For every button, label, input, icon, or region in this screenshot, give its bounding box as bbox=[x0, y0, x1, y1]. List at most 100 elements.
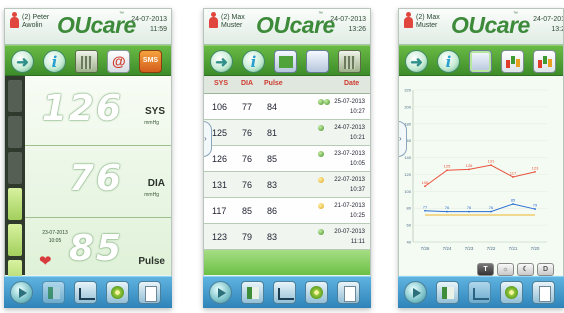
user-icon[interactable] bbox=[404, 12, 413, 28]
back-icon[interactable]: ➜ bbox=[11, 50, 34, 73]
chart-icon[interactable] bbox=[468, 281, 491, 304]
line-chart-icon[interactable] bbox=[469, 50, 492, 73]
chart-icon[interactable] bbox=[74, 281, 97, 304]
table-row[interactable]: 106 77 84 25-07-2013 10:27 bbox=[204, 94, 370, 120]
sms-icon[interactable]: SMS bbox=[139, 50, 162, 73]
y-tick-label: 60 bbox=[407, 223, 412, 228]
email-icon[interactable] bbox=[107, 50, 130, 73]
table-row[interactable]: 131 76 83 22-07-2013 10:37 bbox=[204, 172, 370, 198]
table-icon[interactable] bbox=[533, 50, 556, 73]
list-background bbox=[204, 250, 370, 275]
data-label: 123 bbox=[532, 165, 539, 170]
datetime: 24-07-2013 11:59 bbox=[131, 15, 167, 35]
document-icon[interactable] bbox=[532, 281, 555, 304]
drawer-handle[interactable]: › bbox=[399, 121, 407, 157]
user-icon[interactable] bbox=[10, 12, 19, 28]
back-icon[interactable]: ➜ bbox=[210, 50, 233, 73]
play-icon[interactable] bbox=[209, 281, 232, 304]
bottom-nav bbox=[398, 276, 564, 308]
cell-datetime: 20-07-2013 11:11 bbox=[317, 227, 365, 247]
cell-date: 21-07-2013 bbox=[334, 203, 365, 209]
edit-icon[interactable] bbox=[306, 50, 329, 73]
data-label: 76 bbox=[489, 205, 494, 210]
drawer-handle[interactable]: › bbox=[204, 121, 212, 157]
table-row[interactable]: 123 79 83 20-07-2013 11:11 bbox=[204, 224, 370, 250]
toolbar: ➜ i bbox=[399, 45, 563, 76]
table-row[interactable]: 117 85 86 21-07-2013 10:25 bbox=[204, 198, 370, 224]
data-point bbox=[534, 208, 536, 210]
header-time: 11:59 bbox=[150, 26, 167, 33]
col-sys[interactable]: SYS bbox=[214, 80, 228, 87]
info-icon[interactable]: i bbox=[43, 50, 66, 73]
sys-unit: mmHg bbox=[144, 120, 159, 126]
cell-time: 10:05 bbox=[349, 161, 365, 167]
data-label: 117 bbox=[510, 170, 517, 175]
data-point bbox=[424, 185, 426, 188]
header-date: 24-07-2013 bbox=[131, 16, 167, 23]
bar-chart-icon[interactable] bbox=[501, 50, 524, 73]
indicator-cell bbox=[8, 152, 22, 184]
app-logo: OUcare bbox=[57, 12, 136, 38]
book-icon[interactable] bbox=[42, 281, 65, 304]
datetime: 24-07-2013 13:26 bbox=[330, 15, 366, 35]
settings-icon[interactable] bbox=[305, 281, 328, 304]
back-icon[interactable]: ➜ bbox=[405, 50, 428, 73]
screen-list: (2) Max Muster OUcare ™ 24-07-2013 13:26… bbox=[203, 8, 371, 308]
heart-icon: ❤ bbox=[39, 253, 52, 270]
transfer-icon[interactable] bbox=[274, 50, 297, 73]
y-tick-label: 40 bbox=[407, 240, 412, 245]
settings-icon[interactable] bbox=[106, 281, 129, 304]
table-row[interactable]: 126 76 85 23-07-2013 10:05 bbox=[204, 146, 370, 172]
app-logo: OUcare bbox=[256, 12, 335, 38]
trademark: ™ bbox=[513, 11, 518, 17]
mode-moon-button[interactable]: ☾ bbox=[517, 263, 534, 276]
trash-icon[interactable] bbox=[338, 50, 361, 73]
col-dia[interactable]: DIA bbox=[241, 80, 253, 87]
x-tick-label: 7/21 bbox=[509, 246, 518, 251]
x-tick-label: 7/26 bbox=[421, 246, 430, 251]
cell-dia: 85 bbox=[242, 206, 253, 216]
data-label: 77 bbox=[423, 204, 428, 209]
cell-dia: 76 bbox=[242, 154, 253, 164]
col-date[interactable]: Date bbox=[344, 80, 359, 87]
y-tick-label: 120 bbox=[404, 172, 411, 177]
document-icon[interactable] bbox=[337, 281, 360, 304]
cell-time: 10:25 bbox=[349, 213, 365, 219]
data-point bbox=[468, 210, 470, 213]
cell-sys: 131 bbox=[212, 180, 228, 190]
y-tick-label: 140 bbox=[404, 155, 411, 160]
cell-date: 22-07-2013 bbox=[334, 177, 365, 183]
data-point bbox=[490, 210, 492, 213]
trash-icon[interactable] bbox=[75, 50, 98, 73]
document-icon[interactable] bbox=[138, 281, 161, 304]
book-icon[interactable] bbox=[241, 281, 264, 304]
data-point bbox=[512, 176, 514, 178]
play-icon[interactable] bbox=[404, 281, 427, 304]
info-icon[interactable]: i bbox=[437, 50, 460, 73]
user-icon[interactable] bbox=[209, 12, 218, 28]
screen-chart: (2) Max Muster OUcare ™ 24-07-201 13:2 ➜… bbox=[398, 8, 564, 308]
info-icon[interactable]: i bbox=[242, 50, 265, 73]
datetime: 24-07-201 13:2 bbox=[533, 15, 563, 35]
settings-icon[interactable] bbox=[500, 281, 523, 304]
toolbar: ➜ i SMS bbox=[5, 45, 171, 76]
cell-sys: 126 bbox=[212, 154, 228, 164]
cell-dia: 76 bbox=[242, 180, 253, 190]
series-line bbox=[424, 203, 536, 213]
sys-value: 126 bbox=[41, 88, 123, 129]
header: (2) Peter Awolin OUcare ™ 24-07-2013 11:… bbox=[5, 9, 171, 45]
header: (2) Max Muster OUcare ™ 24-07-2013 13:26 bbox=[204, 9, 370, 45]
data-point bbox=[512, 203, 514, 205]
mode-t-button[interactable]: T bbox=[477, 263, 494, 276]
play-icon[interactable] bbox=[10, 281, 33, 304]
mode-sun-button[interactable]: ☼ bbox=[497, 263, 514, 276]
table-row[interactable]: 125 76 81 24-07-2013 10:21 bbox=[204, 120, 370, 146]
book-icon[interactable] bbox=[436, 281, 459, 304]
data-label: 125 bbox=[444, 164, 451, 169]
chart-icon[interactable] bbox=[273, 281, 296, 304]
bottom-nav bbox=[203, 276, 371, 308]
indicator-cell bbox=[8, 80, 22, 112]
dia-unit: mmHg bbox=[144, 192, 159, 198]
col-pulse[interactable]: Pulse bbox=[264, 80, 283, 87]
mode-d-button[interactable]: D bbox=[537, 263, 554, 276]
